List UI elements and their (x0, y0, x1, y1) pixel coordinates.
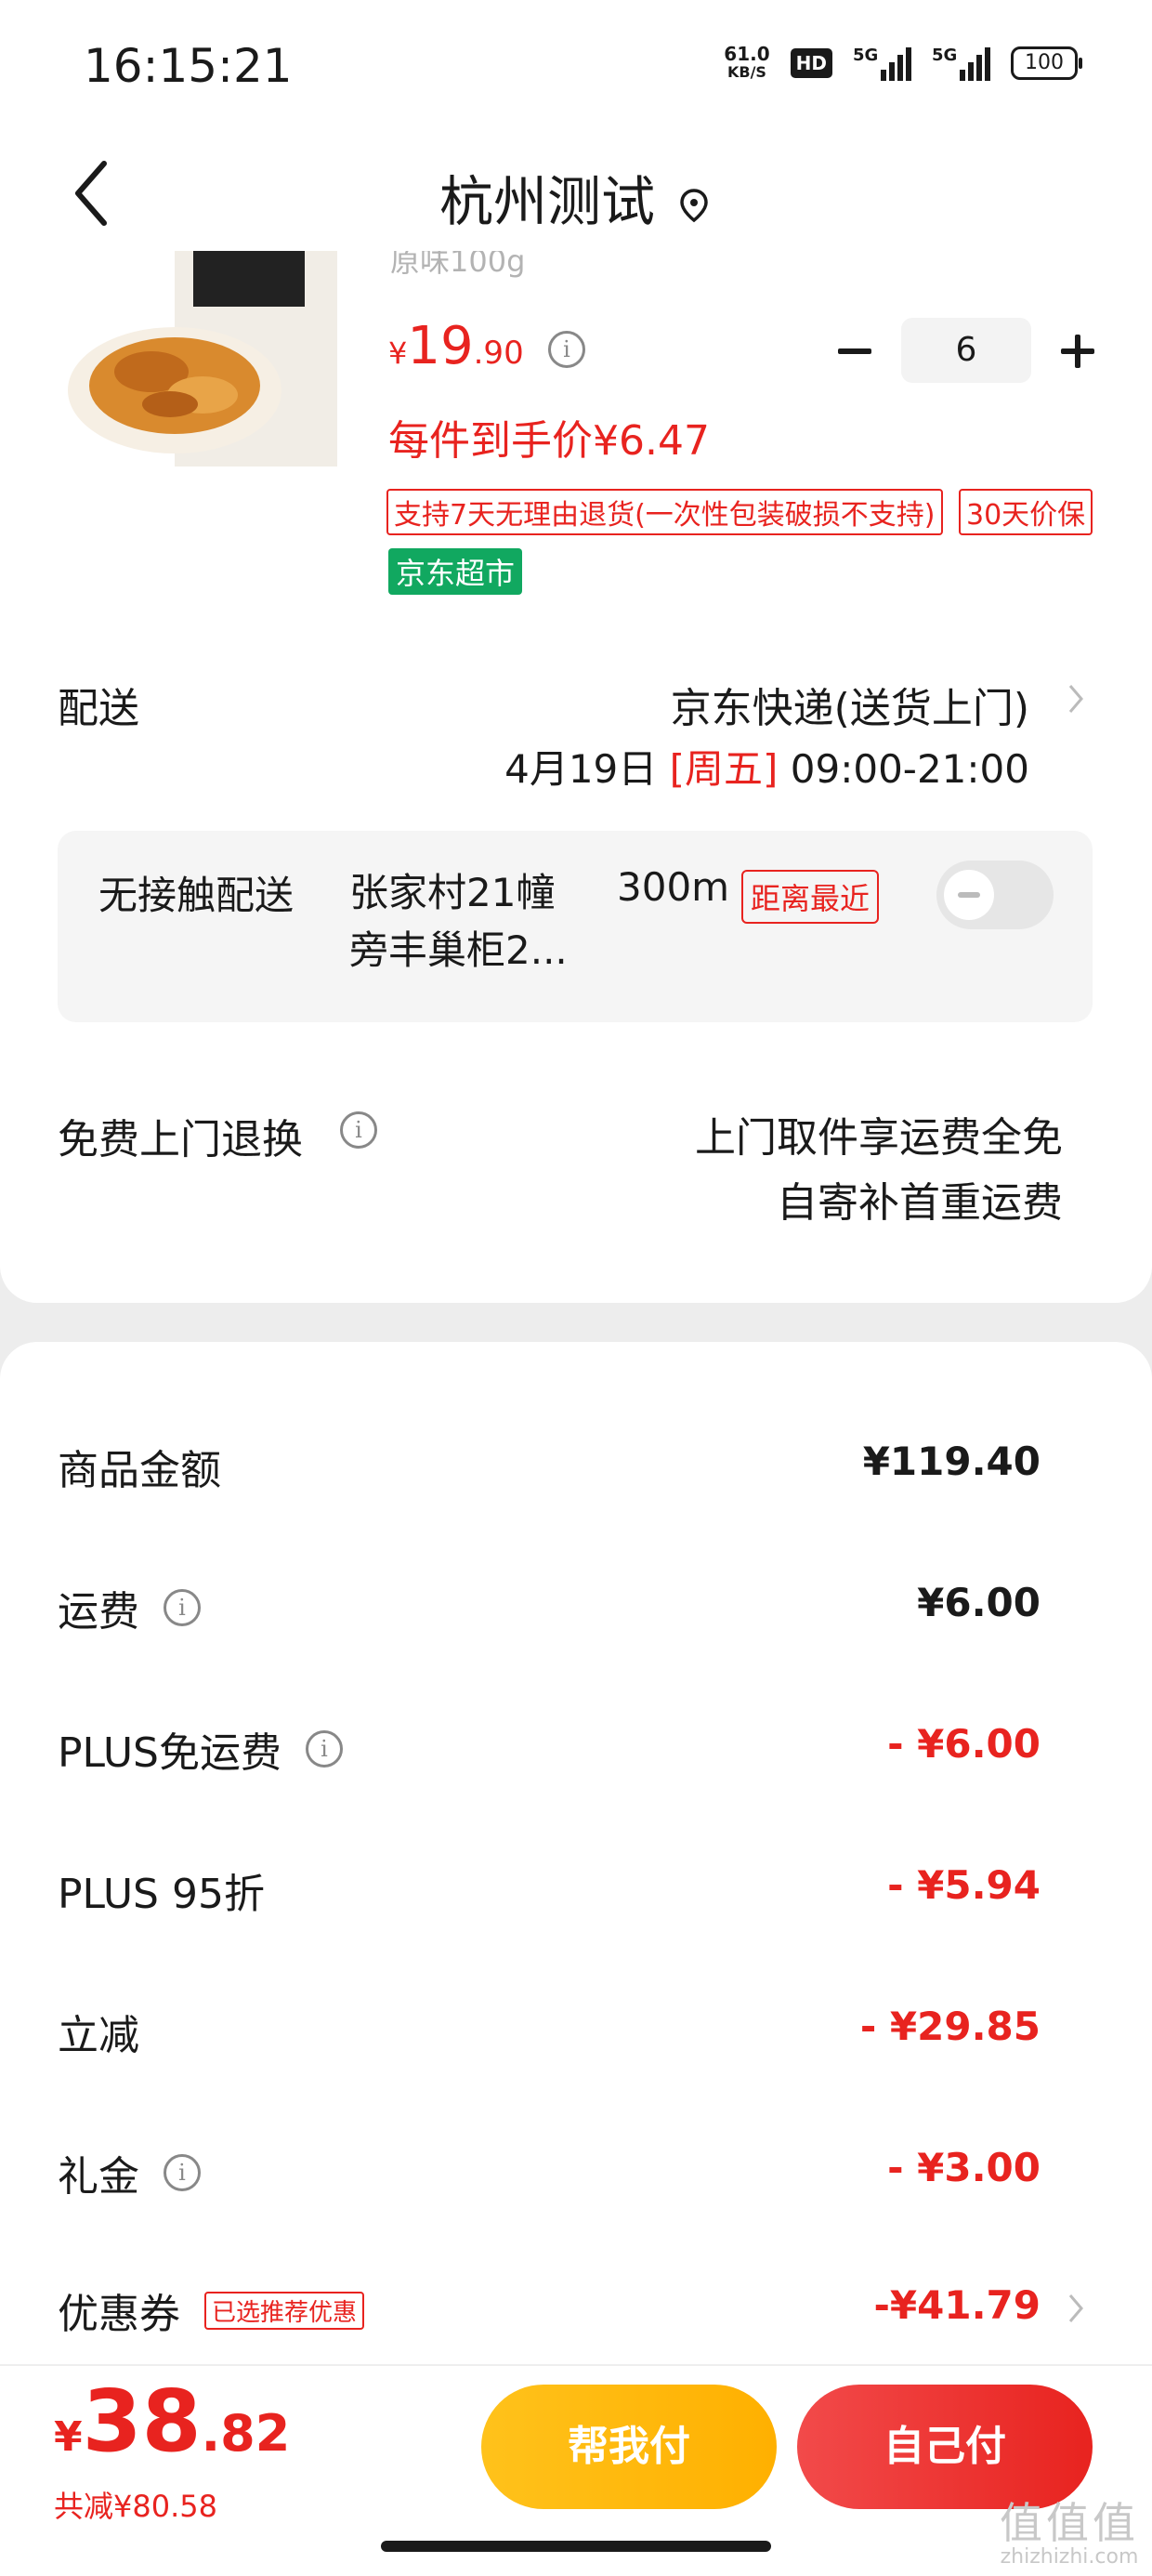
signal-icon: 5G (932, 46, 990, 81)
store-tag: 京东超市 (388, 548, 523, 595)
fee-row-gift-credit: 礼金 i - ¥3.00 (58, 2145, 1041, 2201)
plus-icon[interactable] (1050, 318, 1106, 383)
home-indicator[interactable] (381, 2541, 771, 2552)
chevron-right-icon[interactable] (1065, 680, 1087, 717)
product-price: ¥19.90 (388, 316, 524, 376)
status-indicators: 61.0 KB/S HD 5G 5G 100 (724, 43, 1082, 82)
info-icon[interactable]: i (340, 1111, 377, 1149)
coupon-tag: 已选推荐优惠 (204, 2291, 365, 2330)
unit-price: 每件到手价¥6.47 (388, 417, 710, 465)
fee-row-shipping: 运费 i ¥6.00 (58, 1580, 1041, 1636)
status-time: 16:15:21 (84, 39, 293, 93)
total-price: ¥38.82 (54, 2372, 291, 2471)
status-bar: 16:15:21 61.0 KB/S HD 5G 5G 100 (0, 0, 1152, 130)
toggle-knob (944, 870, 994, 920)
total-saved: 共减¥80.58 (54, 2489, 217, 2524)
return-service-line1: 上门取件享运费全免 (695, 1114, 1063, 1162)
info-icon[interactable]: i (164, 1589, 201, 1626)
fee-row-plus-discount: PLUS 95折 - ¥5.94 (58, 1862, 1041, 1918)
return-policy-tag: 支持7天无理由退货(一次性包装破损不支持) (386, 489, 943, 535)
fee-row-goods-amount: 商品金额 ¥119.40 (58, 1439, 1041, 1494)
product-spec: 原味100g (390, 251, 526, 279)
chevron-right-icon[interactable] (1065, 2290, 1087, 2327)
price-protect-tag: 30天价保 (959, 489, 1093, 535)
delivery-label: 配送 (58, 685, 139, 732)
help-pay-button[interactable]: 帮我付 (481, 2385, 777, 2509)
pickup-address: 张家村21幢旁丰巢柜2... (349, 870, 568, 973)
nearest-badge: 距离最近 (741, 870, 880, 924)
nav-bar: 杭州测试 (0, 130, 1152, 251)
info-icon[interactable]: i (306, 1730, 343, 1768)
info-icon[interactable]: i (548, 331, 585, 368)
page-title[interactable]: 杭州测试 (0, 158, 1152, 236)
quantity-input[interactable]: 6 (901, 318, 1031, 383)
contactless-delivery-panel: 无接触配送 张家村21幢旁丰巢柜2... 300m 距离最近 (58, 831, 1093, 1022)
watermark: 值值值 zhizhizhi.com (1000, 2498, 1139, 2569)
delivery-method[interactable]: 京东快递(送货上门) (671, 675, 1029, 734)
self-pay-button[interactable]: 自己付 (797, 2385, 1093, 2509)
fee-row-plus-free-shipping: PLUS免运费 i - ¥6.00 (58, 1721, 1041, 1777)
location-pin-icon (680, 189, 708, 223)
product-image[interactable] (63, 251, 342, 467)
network-speed: 61.0 KB/S (724, 43, 770, 81)
info-icon[interactable]: i (164, 2154, 201, 2191)
fee-breakdown-card: 商品金额 ¥119.40 运费 i ¥6.00 PLUS免运费 i - ¥6.00 … (0, 1342, 1152, 2364)
quantity-stepper: 6 (827, 318, 1106, 383)
fee-row-instant-discount: 立减 - ¥29.85 (58, 2004, 1041, 2059)
battery-icon: 100 (1011, 46, 1082, 80)
return-service-label: 免费上门退换 (58, 1116, 303, 1163)
fee-row-coupon[interactable]: 优惠券 已选推荐优惠 -¥41.79 (0, 2271, 1152, 2346)
minus-icon[interactable] (827, 318, 883, 383)
pickup-distance: 300m (617, 864, 730, 910)
signal-icon: 5G (853, 46, 911, 81)
contactless-toggle[interactable] (936, 861, 1054, 929)
order-item-card: 原味100g ¥19.90 i 6 每件到手价¥6.47 支持7天无理由退货(一… (0, 251, 1152, 1303)
delivery-time[interactable]: 4月19日 [周五] 09:00-21:00 (504, 738, 1029, 795)
contactless-label: 无接触配送 (98, 873, 295, 918)
hd-icon: HD (790, 48, 832, 78)
return-service-line2: 自寄补首重运费 (777, 1179, 1063, 1227)
